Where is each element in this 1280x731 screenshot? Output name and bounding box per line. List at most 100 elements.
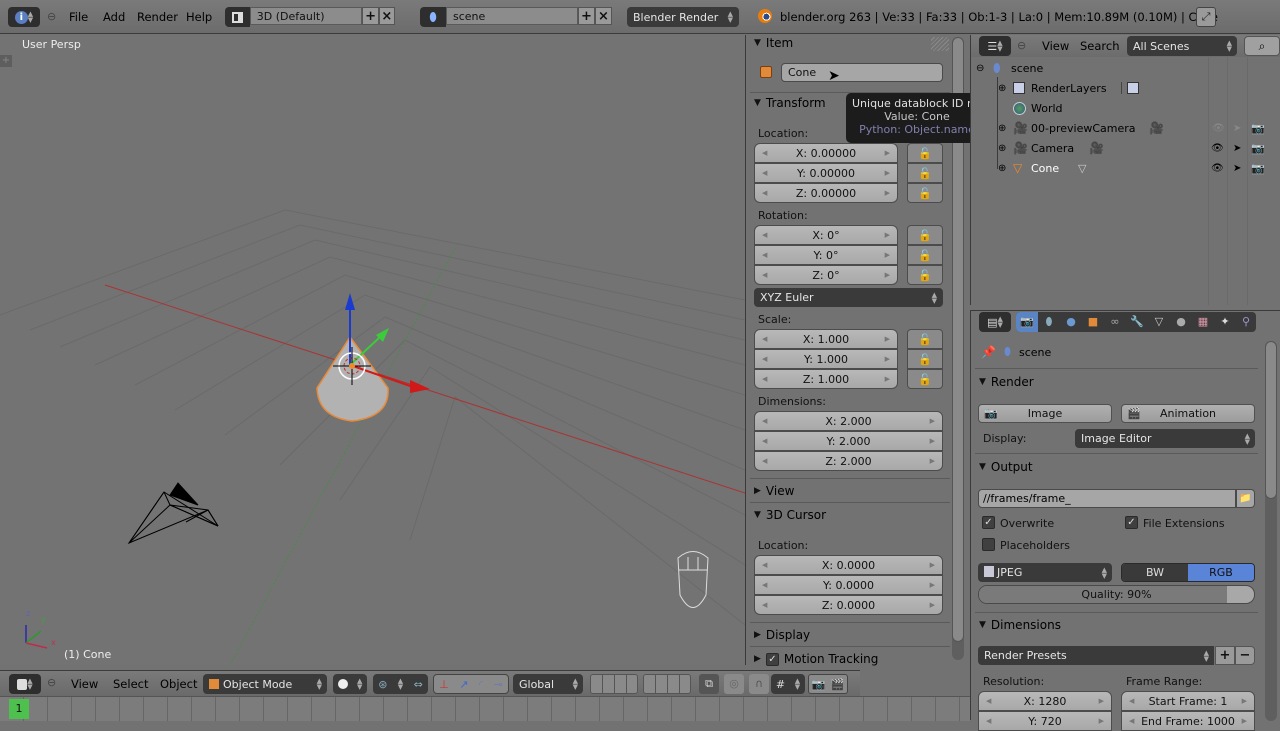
panel-header-render[interactable]: ▼ Render — [979, 375, 1034, 389]
rotation-mode-dropdown[interactable]: XYZ Euler ▲ ▼ — [754, 288, 943, 307]
menu-select[interactable]: Select — [113, 677, 148, 691]
visibility-eye-icon[interactable]: 👁 — [1211, 143, 1224, 154]
tab-texture-icon[interactable]: ▦ — [1192, 312, 1214, 332]
tab-world-icon[interactable]: ● — [1060, 312, 1082, 332]
fullscreen-toggle-icon[interactable]: ⤢ — [1196, 7, 1216, 27]
outliner-menu-search[interactable]: Search — [1080, 39, 1120, 53]
color-mode-rgb[interactable]: RGB — [1188, 564, 1254, 581]
collapse-icon[interactable]: ⊖ — [976, 63, 984, 74]
render-camera-icon[interactable]: 📷 — [1251, 142, 1265, 155]
tab-render-icon[interactable]: 📷 — [1016, 312, 1038, 332]
outliner-filter-dropdown[interactable]: All Scenes ▲ ▼ — [1127, 36, 1237, 56]
placeholders-checkbox[interactable] — [982, 538, 995, 551]
expand-icon[interactable]: ⊕ — [998, 163, 1006, 174]
lock-rotation-z-icon[interactable]: 🔓 — [907, 265, 943, 285]
panel-header-display[interactable]: ▶ Display — [754, 628, 810, 642]
select-arrow-icon[interactable]: ➤ — [1233, 163, 1241, 174]
color-mode-bw[interactable]: BW — [1122, 564, 1188, 581]
properties-scrollbar[interactable] — [1265, 341, 1277, 721]
end-frame-field[interactable]: ◀ End Frame: 1000 ▶ — [1121, 711, 1255, 731]
collapse-menu-icon[interactable]: ⊖ — [47, 676, 56, 689]
add-screen-icon[interactable]: + — [362, 7, 379, 25]
cursor-z-field[interactable]: ◀ Z: 0.0000 ▶ — [754, 595, 943, 615]
file-format-dropdown[interactable]: JPEG ▲ ▼ — [978, 563, 1112, 582]
mode-dropdown[interactable]: Object Mode ▲ ▼ — [203, 674, 327, 694]
manipulator-center-icon[interactable]: ⇔ — [414, 678, 423, 691]
render-camera-icon[interactable]: 📷 — [1251, 162, 1265, 175]
scale-z-field[interactable]: ◀ Z: 1.000 ▶ — [754, 369, 898, 389]
scale-manipulator-icon[interactable]: ⊸ — [494, 678, 503, 691]
cursor-x-field[interactable]: ◀ X: 0.0000 ▶ — [754, 555, 943, 575]
lock-rotation-y-icon[interactable]: 🔓 — [907, 245, 943, 265]
tab-particles-icon[interactable]: ✦ — [1214, 312, 1236, 332]
render-image-button[interactable]: 📷 Image — [978, 404, 1112, 423]
transform-orientation-dropdown[interactable]: Global ▲ ▼ — [513, 674, 583, 694]
panel-header-item[interactable]: ▼ Item — [754, 36, 793, 50]
menu-object[interactable]: Object — [160, 677, 197, 691]
render-still-icon[interactable]: 📷 — [812, 678, 826, 691]
outliner-row-cone[interactable]: ⊕ ▽ Cone ▽ 👁 ➤ 📷 — [971, 158, 1280, 178]
panel-header-3d-cursor[interactable]: ▼ 3D Cursor — [754, 508, 826, 522]
pivot-point-dropdown[interactable]: ⊛ ▲ ▼ ⇔ — [373, 674, 428, 694]
screen-layout-selector[interactable]: 3D (Default) + × — [225, 7, 396, 27]
3d-viewport[interactable]: User Persp + z y x (1) Cone — [0, 35, 745, 665]
outliner-editor-type-button[interactable]: ☰ ▲ ▼ — [979, 36, 1011, 56]
scene-name-field[interactable]: scene — [446, 7, 578, 25]
tab-physics-icon[interactable]: ⚲ — [1236, 312, 1256, 332]
3d-editor-type-button[interactable]: ▲ ▼ — [9, 674, 41, 694]
layer-buttons-2[interactable] — [643, 674, 691, 694]
tab-scene-icon[interactable]: ⬮ — [1038, 312, 1060, 332]
add-scene-icon[interactable]: + — [578, 7, 595, 25]
tab-data-icon[interactable]: ▽ — [1148, 312, 1170, 332]
collapse-menu-icon[interactable]: ⊖ — [1017, 39, 1026, 52]
scale-y-field[interactable]: ◀ Y: 1.000 ▶ — [754, 349, 898, 369]
expand-icon[interactable]: ⊕ — [998, 83, 1006, 94]
visibility-eye-icon[interactable]: 👁 — [1212, 123, 1225, 134]
resolution-y-field[interactable]: ◀ Y: 720 ▶ — [978, 711, 1112, 731]
lock-scale-z-icon[interactable]: 🔓 — [907, 369, 943, 389]
editor-type-button[interactable]: i ▲ ▼ — [8, 7, 40, 27]
render-presets-dropdown[interactable]: Render Presets ▲ ▼ — [978, 646, 1214, 665]
menu-add[interactable]: Add — [103, 10, 125, 24]
tab-material-icon[interactable]: ● — [1170, 312, 1192, 332]
screen-layout-name[interactable]: 3D (Default) — [249, 7, 363, 25]
visibility-eye-icon[interactable]: 👁 — [1211, 163, 1224, 174]
panel-header-output[interactable]: ▼ Output — [979, 460, 1033, 474]
expand-icon[interactable]: ⊕ — [998, 143, 1006, 154]
output-path-field[interactable]: //frames/frame_ — [978, 489, 1236, 508]
render-animation-button[interactable]: 🎬 Animation — [1121, 404, 1255, 423]
outliner-row-world[interactable]: World — [971, 98, 1280, 118]
lock-scale-x-icon[interactable]: 🔓 — [907, 329, 943, 349]
select-arrow-icon[interactable]: ➤ — [1233, 143, 1241, 154]
collapse-menu-icon[interactable]: ⊖ — [47, 10, 56, 23]
folder-browse-icon[interactable]: 📁 — [1236, 489, 1255, 508]
delete-scene-icon[interactable]: × — [595, 7, 612, 25]
lock-layers-icon[interactable]: ⧉ — [699, 674, 719, 694]
scale-x-field[interactable]: ◀ X: 1.000 ▶ — [754, 329, 898, 349]
tab-object-icon[interactable]: ■ — [1082, 312, 1104, 332]
panel-header-dimensions[interactable]: ▼ Dimensions — [979, 618, 1061, 632]
outliner-row-camera[interactable]: ⊕ 🎥 Camera 🎥 👁 ➤ 📷 — [971, 138, 1280, 158]
drag-handle[interactable] — [931, 37, 949, 51]
outliner-menu-view[interactable]: View — [1042, 39, 1069, 53]
menu-file[interactable]: File — [69, 10, 88, 24]
proportional-editing-icon[interactable]: ◎ — [724, 674, 744, 694]
location-z-field[interactable]: ◀ Z: 0.00000 ▶ — [754, 183, 898, 203]
rotation-x-field[interactable]: ◀ X: 0° ▶ — [754, 225, 898, 245]
resolution-x-field[interactable]: ◀ X: 1280 ▶ — [978, 691, 1112, 711]
tab-constraints-icon[interactable]: ∞ — [1104, 312, 1126, 332]
snap-element-dropdown[interactable]: # ▲ ▼ — [771, 674, 805, 694]
dimension-x-field[interactable]: ◀ X: 2.000 ▶ — [754, 411, 943, 431]
quality-slider[interactable]: Quality: 90% — [978, 585, 1255, 604]
add-preset-icon[interactable]: + — [1215, 646, 1235, 665]
panel-header-motion-tracking[interactable]: ▶ ✓ Motion Tracking — [754, 652, 878, 666]
outliner-row-previewcamera[interactable]: ⊕ 🎥 00-previewCamera 🎥 👁 ➤ 📷 — [971, 118, 1280, 138]
timeline[interactable]: 1 — [0, 696, 970, 721]
dimension-z-field[interactable]: ◀ Z: 2.000 ▶ — [754, 451, 943, 471]
outliner-row-renderlayers[interactable]: ⊕ RenderLayers — [971, 78, 1280, 98]
panel-header-transform[interactable]: ▼ Transform — [754, 96, 826, 110]
render-camera-icon[interactable]: 📷 — [1251, 122, 1265, 135]
file-extensions-checkbox[interactable]: ✓ — [1125, 516, 1138, 529]
menu-view[interactable]: View — [71, 677, 98, 691]
properties-editor-type-button[interactable]: ▤ ▲ ▼ — [979, 312, 1011, 332]
